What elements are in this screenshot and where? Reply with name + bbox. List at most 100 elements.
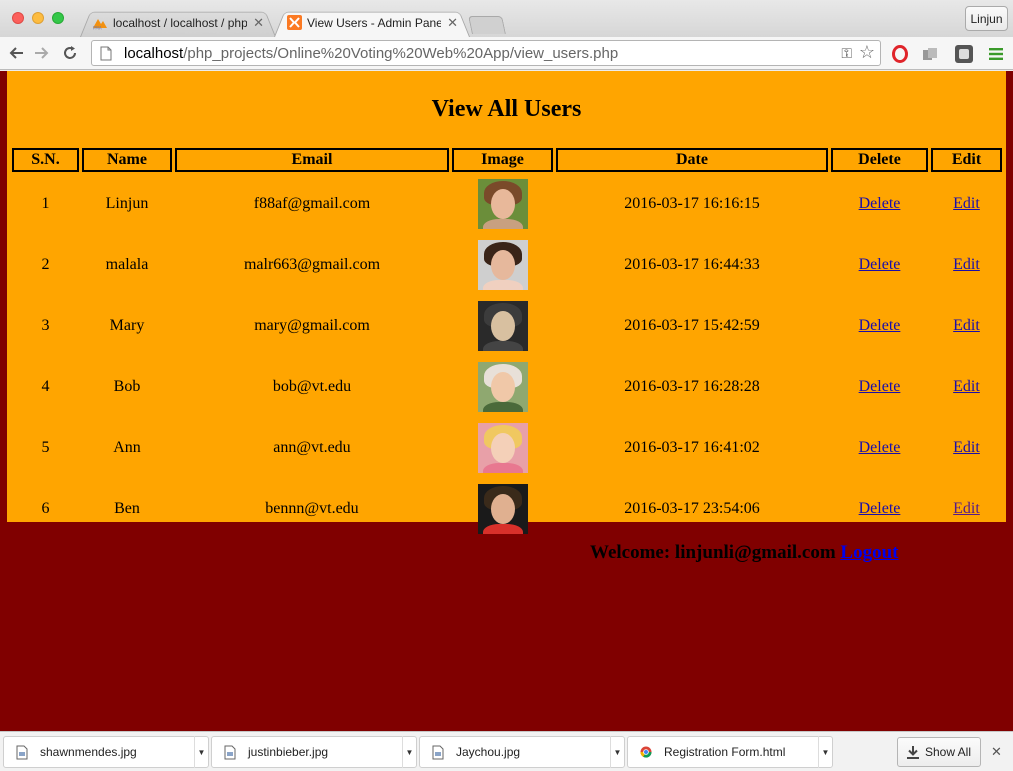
user-avatar-image (477, 179, 528, 229)
edit-link[interactable]: Edit (953, 317, 980, 334)
edit-link[interactable]: Edit (953, 500, 980, 517)
browser-toolbar: localhost/php_projects/Online%20Voting%2… (0, 37, 1013, 70)
xampp-icon (286, 15, 302, 31)
cell-name: Ann (113, 439, 141, 456)
download-filename: Jaychou.jpg (456, 745, 521, 759)
show-all-label: Show All (924, 745, 972, 759)
delete-link[interactable]: Delete (859, 317, 901, 334)
show-all-downloads-button[interactable]: Show All (897, 737, 981, 767)
phpmyadmin-icon: PMA (92, 15, 108, 31)
cell-sn: 3 (41, 317, 50, 334)
cell-date: 2016-03-17 16:28:28 (624, 378, 760, 395)
column-header-date: Date (556, 148, 828, 172)
delete-link[interactable]: Delete (859, 500, 901, 517)
close-icon[interactable]: ✕ (253, 15, 264, 31)
close-icon[interactable]: ✕ (991, 744, 1002, 760)
edit-link[interactable]: Edit (953, 378, 980, 395)
cell-name: Mary (109, 317, 145, 334)
reload-icon[interactable] (60, 43, 80, 63)
zoom-window-button[interactable] (52, 12, 64, 24)
cell-name: Bob (113, 378, 141, 395)
forward-arrow-icon[interactable] (32, 43, 52, 63)
cell-name: Linjun (105, 195, 149, 212)
cell-name: malala (105, 256, 149, 273)
cell-email: malr663@gmail.com (243, 256, 381, 273)
file-icon (16, 745, 28, 760)
cell-delete: Delete (831, 480, 928, 538)
download-item[interactable]: Jaychou.jpg ▼ (419, 736, 625, 768)
cell-image (452, 419, 553, 477)
tab-view-users[interactable]: View Users - Admin Panel ✕ (274, 8, 470, 37)
users-panel: View All Users S.N. Name Email Image Dat… (7, 71, 1006, 534)
cell-date: 2016-03-17 16:44:33 (624, 256, 760, 273)
cell-date: 2016-03-17 23:54:06 (624, 500, 760, 517)
back-arrow-icon[interactable] (6, 43, 26, 63)
tab-phpmyadmin[interactable]: PMA localhost / localhost / php ✕ (80, 8, 276, 37)
edit-link[interactable]: Edit (953, 195, 980, 212)
extension-icon[interactable] (921, 44, 941, 64)
dropdown-arrow-icon[interactable]: ▼ (610, 736, 624, 768)
cell-image (452, 297, 553, 355)
cell-edit: Edit (931, 297, 1002, 355)
column-header-image: Image (452, 148, 553, 172)
column-header-email: Email (175, 148, 449, 172)
edit-link[interactable]: Edit (953, 439, 980, 456)
cell-sn: 6 (41, 500, 50, 517)
cell-edit: Edit (931, 175, 1002, 233)
extension-icon[interactable] (954, 44, 974, 64)
column-header-delete: Delete (831, 148, 928, 172)
download-filename: shawnmendes.jpg (40, 745, 137, 759)
key-icon[interactable]: ⚿ (841, 45, 852, 62)
avatar-body (482, 463, 523, 473)
avatar-body (482, 524, 523, 534)
delete-link[interactable]: Delete (859, 378, 901, 395)
url-host: localhost (124, 44, 184, 62)
cell-image (452, 236, 553, 294)
cell-image (452, 480, 553, 538)
close-icon[interactable]: ✕ (447, 15, 458, 31)
close-window-button[interactable] (12, 12, 24, 24)
delete-link[interactable]: Delete (859, 195, 901, 212)
cell-email: ann@vt.edu (273, 439, 351, 456)
cell-edit: Edit (931, 358, 1002, 416)
table-header-row: S.N. Name Email Image Date Delete Edit (12, 148, 1002, 172)
avatar-body (482, 280, 523, 290)
cell-delete: Delete (831, 419, 928, 477)
edit-link[interactable]: Edit (953, 256, 980, 273)
bookmark-star-icon[interactable]: ☆ (859, 42, 875, 63)
download-item[interactable]: Registration Form.html ▼ (627, 736, 833, 768)
opera-icon[interactable] (890, 44, 910, 64)
tab-title: View Users - Admin Panel (307, 15, 442, 30)
cell-email: bennn@vt.edu (265, 500, 359, 517)
cell-image (452, 175, 553, 233)
delete-link[interactable]: Delete (859, 439, 901, 456)
new-tab-button[interactable] (468, 16, 506, 34)
dropdown-arrow-icon[interactable]: ▼ (194, 736, 208, 768)
download-item[interactable]: justinbieber.jpg ▼ (211, 736, 417, 768)
cell-date: 2016-03-17 16:41:02 (624, 439, 760, 456)
table-row: 6 Ben bennn@vt.edu 2016-03-17 23:54:06 Delet… (12, 480, 1002, 538)
delete-link[interactable]: Delete (859, 256, 901, 273)
cell-name: Ben (114, 500, 140, 517)
tab-title: localhost / localhost / php (113, 15, 248, 30)
dropdown-arrow-icon[interactable]: ▼ (818, 736, 832, 768)
download-shelf: shawnmendes.jpg ▼ justinbieber.jpg ▼ Jay… (0, 731, 1013, 771)
download-icon (906, 745, 919, 759)
window-titlebar: PMA localhost / localhost / php ✕ View U… (0, 0, 1013, 37)
cell-edit: Edit (931, 419, 1002, 477)
menu-icon[interactable] (986, 44, 1006, 64)
logout-link[interactable]: Logout (840, 542, 898, 563)
dropdown-arrow-icon[interactable]: ▼ (402, 736, 416, 768)
avatar-body (482, 402, 523, 412)
profile-button[interactable]: Linjun (965, 6, 1008, 31)
cell-sn: 5 (41, 439, 50, 456)
page-title: View All Users (431, 96, 582, 122)
minimize-window-button[interactable] (32, 12, 44, 24)
users-table: S.N. Name Email Image Date Delete Edit 1… (9, 145, 1005, 541)
download-item[interactable]: shawnmendes.jpg ▼ (3, 736, 209, 768)
address-bar[interactable]: localhost/php_projects/Online%20Voting%2… (91, 40, 881, 66)
cell-edit: Edit (931, 236, 1002, 294)
welcome-text: Welcome: linjunli@gmail.com (590, 542, 836, 563)
cell-email: mary@gmail.com (254, 317, 370, 334)
cell-email: f88af@gmail.com (253, 195, 371, 212)
